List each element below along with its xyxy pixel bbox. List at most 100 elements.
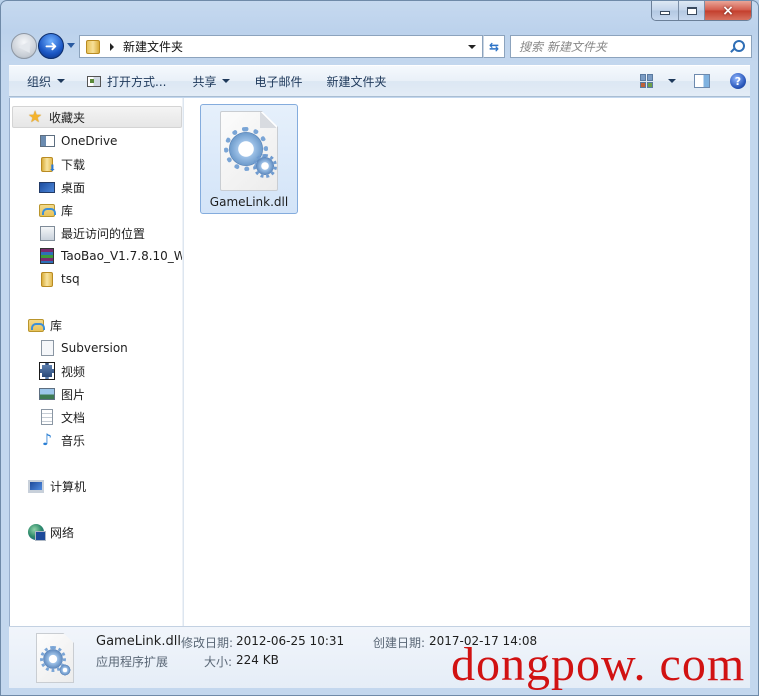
organize-button[interactable]: 组织 bbox=[19, 69, 73, 93]
documents-icon bbox=[41, 409, 53, 425]
computer-icon bbox=[28, 479, 44, 493]
sidebar-item-label: 计算机 bbox=[50, 479, 87, 494]
pictures-icon bbox=[39, 388, 55, 400]
sidebar-item-label: 最近访问的位置 bbox=[61, 226, 146, 241]
address-history-dropdown[interactable] bbox=[468, 44, 476, 49]
address-bar[interactable]: 新建文件夹 bbox=[79, 35, 483, 58]
sidebar-item-onedrive[interactable]: OneDrive bbox=[39, 131, 117, 151]
caption-buttons: × bbox=[651, 1, 752, 21]
preview-pane-button[interactable] bbox=[694, 74, 710, 88]
file-name: GameLink.dll bbox=[209, 195, 289, 209]
refresh-icon: ⇆ bbox=[488, 39, 500, 54]
sidebar-item-computer[interactable]: 计算机 bbox=[28, 476, 86, 496]
sidebar-item-label: 文档 bbox=[61, 410, 86, 425]
explorer-window: × ◀ ➜ 新建文件夹 ⇆ 组织 打开方式... 共享 电子邮件 bbox=[0, 0, 759, 696]
detail-modified-label: 修改日期: bbox=[181, 636, 234, 650]
detail-created-label: 创建日期: bbox=[373, 636, 426, 650]
minimize-button[interactable] bbox=[652, 1, 679, 20]
forward-button[interactable]: ➜ bbox=[38, 33, 64, 59]
minimize-icon bbox=[660, 11, 670, 15]
sidebar-item-label: 图片 bbox=[61, 387, 86, 402]
detail-size-label: 大小: bbox=[204, 655, 233, 669]
detail-size-value: 224 KB bbox=[236, 653, 279, 667]
sidebar-item-documents[interactable]: 文档 bbox=[39, 407, 85, 427]
email-button[interactable]: 电子邮件 bbox=[246, 69, 310, 93]
sidebar-item-label: 下载 bbox=[61, 157, 86, 172]
file-list[interactable]: GameLink.dll bbox=[185, 98, 750, 626]
music-icon: ♪ bbox=[41, 430, 53, 449]
sidebar-item-libraries[interactable]: 库 bbox=[28, 315, 62, 335]
close-button[interactable]: × bbox=[705, 1, 751, 20]
sidebar-item-subversion[interactable]: Subversion bbox=[39, 338, 128, 358]
sidebar-item-label: OneDrive bbox=[61, 134, 118, 148]
open-with-icon bbox=[87, 75, 102, 87]
sidebar-item-label: 视频 bbox=[61, 364, 86, 379]
sidebar-item-music[interactable]: ♪ 音乐 bbox=[39, 430, 85, 450]
sidebar-item-label: 音乐 bbox=[61, 433, 86, 448]
sidebar-item-label: tsq bbox=[61, 272, 80, 286]
sidebar-item-recent-places[interactable]: 最近访问的位置 bbox=[39, 223, 145, 243]
sidebar-item-videos[interactable]: 视频 bbox=[39, 361, 85, 381]
breadcrumb-separator-icon[interactable] bbox=[110, 42, 114, 51]
sidebar-item-label: 库 bbox=[61, 203, 74, 218]
library-icon bbox=[39, 203, 56, 217]
folder-icon bbox=[41, 271, 53, 287]
view-options-dropdown[interactable] bbox=[668, 79, 676, 83]
back-button[interactable]: ◀ bbox=[11, 33, 37, 59]
search-input[interactable] bbox=[519, 39, 731, 54]
search-box bbox=[510, 35, 752, 58]
dll-gear-icon bbox=[220, 111, 278, 191]
new-folder-label: 新建文件夹 bbox=[326, 74, 387, 89]
maximize-button[interactable] bbox=[679, 1, 705, 20]
breadcrumb-item[interactable]: 新建文件夹 bbox=[123, 38, 183, 55]
sidebar-item-pictures[interactable]: 图片 bbox=[39, 384, 85, 404]
sidebar-item-desktop[interactable]: 桌面 bbox=[39, 177, 85, 197]
command-bar: 组织 打开方式... 共享 电子邮件 新建文件夹 ? bbox=[9, 65, 750, 97]
close-icon: × bbox=[722, 2, 734, 19]
sidebar-item-network[interactable]: 网络 bbox=[28, 522, 74, 542]
email-label: 电子邮件 bbox=[254, 74, 303, 89]
maximize-icon bbox=[686, 6, 697, 15]
library-icon bbox=[28, 318, 45, 332]
detail-file-type: 应用程序扩展 bbox=[96, 655, 169, 669]
navigation-pane[interactable]: ★ 收藏夹 OneDrive 下载 桌面 库 最近 bbox=[10, 98, 184, 626]
sidebar-item-taobao[interactable]: TaoBao_V1.7.8.10_Wi bbox=[39, 246, 184, 266]
dll-gear-icon bbox=[36, 633, 74, 683]
organize-label: 组织 bbox=[27, 74, 52, 89]
sidebar-item-tsq[interactable]: tsq bbox=[39, 269, 80, 289]
favorites-header[interactable]: ★ 收藏夹 bbox=[12, 106, 182, 128]
chevron-down-icon bbox=[222, 79, 231, 83]
folder-icon bbox=[86, 39, 100, 54]
downloads-folder-icon bbox=[41, 156, 56, 174]
navigation-bar: ◀ ➜ 新建文件夹 ⇆ bbox=[9, 32, 752, 60]
detail-file-name: GameLink.dll bbox=[96, 634, 181, 649]
onedrive-icon bbox=[39, 135, 55, 147]
recent-pages-dropdown[interactable] bbox=[67, 43, 75, 48]
change-view-button[interactable] bbox=[640, 74, 654, 88]
sidebar-item-label: 桌面 bbox=[61, 180, 86, 195]
refresh-button[interactable]: ⇆ bbox=[483, 35, 505, 58]
share-label: 共享 bbox=[192, 74, 217, 89]
sidebar-item-label: TaoBao_V1.7.8.10_Wi bbox=[61, 249, 184, 263]
watermark-text: dongpow. com bbox=[451, 638, 746, 691]
sidebar-item-label: Subversion bbox=[61, 341, 128, 355]
open-with-button[interactable]: 打开方式... bbox=[79, 69, 174, 93]
sidebar-item-label: 网络 bbox=[50, 525, 75, 540]
forward-arrow-icon: ➜ bbox=[44, 36, 58, 55]
back-arrow-icon: ◀ bbox=[18, 36, 30, 55]
content-area: ★ 收藏夹 OneDrive 下载 桌面 库 最近 bbox=[9, 98, 750, 626]
network-icon bbox=[28, 524, 46, 541]
video-icon bbox=[39, 362, 55, 380]
new-folder-button[interactable]: 新建文件夹 bbox=[319, 69, 395, 93]
star-icon: ★ bbox=[27, 107, 43, 126]
help-button[interactable]: ? bbox=[730, 73, 746, 89]
sidebar-item-favorites[interactable]: ★ 收藏夹 bbox=[27, 107, 85, 127]
subversion-icon bbox=[40, 340, 54, 356]
recent-places-icon bbox=[39, 225, 55, 241]
search-icon[interactable] bbox=[731, 39, 745, 54]
open-with-label: 打开方式... bbox=[107, 74, 167, 89]
sidebar-item-library[interactable]: 库 bbox=[39, 200, 73, 220]
sidebar-item-downloads[interactable]: 下载 bbox=[39, 154, 85, 174]
share-button[interactable]: 共享 bbox=[184, 69, 238, 93]
file-item[interactable]: GameLink.dll bbox=[200, 104, 298, 214]
